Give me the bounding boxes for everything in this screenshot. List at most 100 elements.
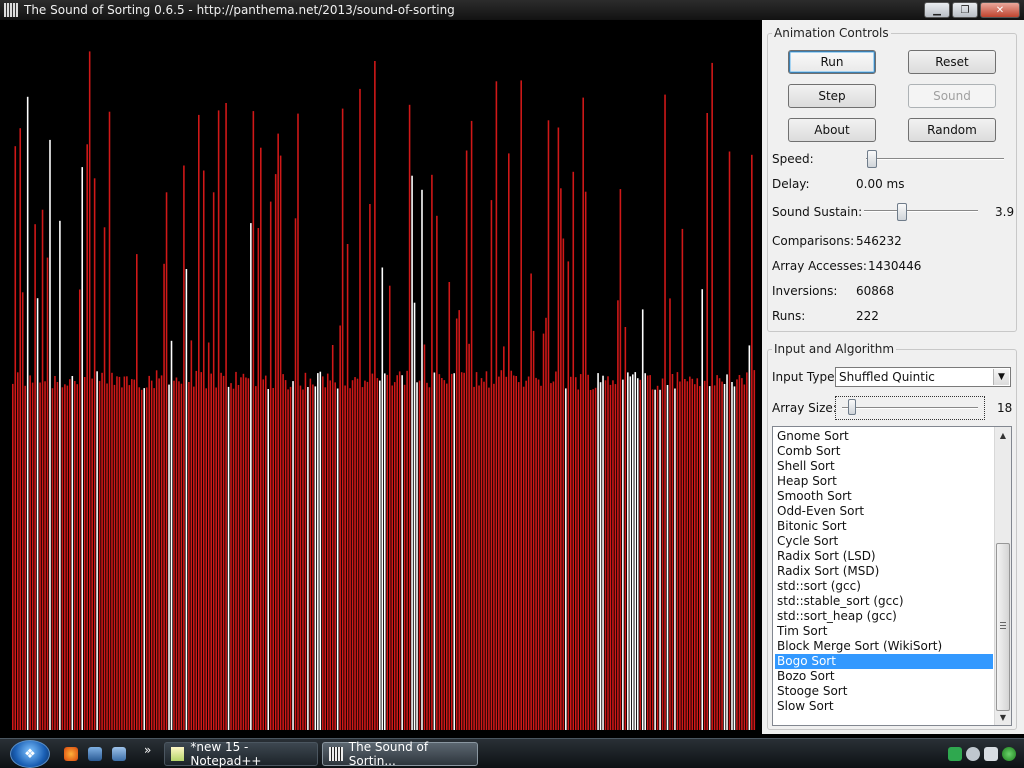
- speed-label: Speed:: [772, 152, 814, 166]
- app-icon: [4, 3, 18, 17]
- scroll-up-icon[interactable]: ▲: [995, 427, 1011, 443]
- input-type-label: Input Type:: [772, 370, 839, 384]
- array-size-label: Array Size:: [772, 401, 837, 415]
- array-bar: [391, 385, 394, 730]
- array-bar: [205, 388, 208, 730]
- algorithm-list[interactable]: ▲ ▼ Gnome Sort Comb Sort Shell Sort Heap So…: [772, 426, 1012, 726]
- volume-icon[interactable]: [966, 747, 980, 761]
- array-bar: [29, 375, 31, 730]
- list-item[interactable]: Heap Sort: [775, 474, 993, 489]
- array-bar: [723, 384, 726, 730]
- list-item[interactable]: std::sort_heap (gcc): [775, 609, 993, 624]
- array-bar: [292, 381, 294, 730]
- list-item[interactable]: Radix Sort (LSD): [775, 549, 993, 564]
- title-bar: The Sound of Sorting 0.6.5 - http://pant…: [0, 0, 1024, 20]
- array-bar: [525, 380, 527, 730]
- sound-button[interactable]: Sound: [908, 84, 996, 108]
- array-bar: [334, 382, 336, 730]
- array-bar: [711, 62, 713, 730]
- array-bar: [609, 384, 612, 730]
- algorithm-list-scrollbar[interactable]: ▲ ▼: [994, 427, 1011, 725]
- array-bar: [721, 381, 723, 730]
- input-type-select[interactable]: Shuffled Quintic ▼: [835, 367, 1011, 387]
- list-item[interactable]: Stooge Sort: [775, 684, 993, 699]
- array-bar: [490, 200, 493, 730]
- maximize-icon[interactable]: ❐: [952, 2, 978, 18]
- array-bar: [175, 377, 178, 730]
- reset-button[interactable]: Reset: [908, 50, 996, 74]
- firefox-icon[interactable]: [64, 747, 78, 761]
- array-bar: [160, 375, 163, 730]
- array-bar: [520, 80, 522, 730]
- switch-windows-icon[interactable]: [112, 747, 126, 761]
- array-bar: [500, 370, 503, 730]
- array-bar: [646, 375, 649, 730]
- array-bar: [579, 374, 582, 730]
- list-item[interactable]: Block Merge Sort (WikiSort): [775, 639, 993, 654]
- array-bar: [220, 372, 222, 730]
- array-bar: [312, 384, 314, 730]
- list-item[interactable]: std::stable_sort (gcc): [775, 594, 993, 609]
- list-item[interactable]: Bitonic Sort: [775, 519, 993, 534]
- array-bar: [272, 388, 274, 730]
- array-bar: [713, 385, 716, 730]
- scroll-down-icon[interactable]: ▼: [995, 709, 1011, 725]
- random-button[interactable]: Random: [908, 118, 996, 142]
- network-icon[interactable]: [948, 747, 962, 761]
- windows-start-icon[interactable]: ❖: [10, 740, 50, 768]
- list-item[interactable]: Cycle Sort: [775, 534, 993, 549]
- array-bar: [612, 380, 614, 730]
- minimize-icon[interactable]: ▁: [924, 2, 950, 18]
- step-button[interactable]: Step: [788, 84, 876, 108]
- array-bar: [178, 381, 180, 730]
- list-item[interactable]: std::sort (gcc): [775, 579, 993, 594]
- array-bar: [545, 317, 547, 730]
- close-icon[interactable]: ✕: [980, 2, 1020, 18]
- messenger-icon[interactable]: [984, 747, 998, 761]
- scroll-thumb[interactable]: [996, 543, 1010, 711]
- array-bar: [557, 127, 560, 730]
- sound-sustain-slider-thumb[interactable]: [897, 203, 908, 221]
- array-bar: [408, 104, 411, 730]
- array-bar: [530, 273, 532, 730]
- array-bar: [326, 373, 329, 730]
- array-bar: [574, 377, 577, 730]
- chevron-down-icon[interactable]: ▼: [993, 369, 1009, 385]
- show-desktop-icon[interactable]: [88, 747, 102, 761]
- list-item[interactable]: Tim Sort: [775, 624, 993, 639]
- input-type-value: Shuffled Quintic: [839, 370, 935, 384]
- array-bar: [148, 375, 150, 730]
- list-item[interactable]: Shell Sort: [775, 459, 993, 474]
- list-item[interactable]: Comb Sort: [775, 444, 993, 459]
- array-bar: [108, 111, 111, 730]
- array-bar: [535, 377, 537, 730]
- about-button[interactable]: About: [788, 118, 876, 142]
- array-bar: [478, 385, 480, 730]
- list-item[interactable]: Gnome Sort: [775, 429, 993, 444]
- list-item[interactable]: Bogo Sort: [775, 654, 993, 669]
- array-bar: [121, 387, 123, 730]
- array-bar: [550, 383, 552, 730]
- list-item[interactable]: Odd-Even Sort: [775, 504, 993, 519]
- taskbar-item-notepadpp[interactable]: *new 15 - Notepad++: [164, 740, 318, 768]
- array-bar: [31, 382, 34, 730]
- run-button[interactable]: Run: [788, 50, 876, 74]
- array-bar: [505, 376, 508, 730]
- quicklaunch-overflow-icon[interactable]: »: [144, 743, 151, 757]
- array-bar: [431, 174, 433, 730]
- list-item[interactable]: Slow Sort: [775, 699, 993, 714]
- array-bar: [232, 388, 235, 730]
- array-bar: [741, 378, 743, 730]
- list-item[interactable]: Bozo Sort: [775, 669, 993, 684]
- array-bar: [168, 384, 170, 730]
- taskbar-item-sound-of-sorting[interactable]: The Sound of Sortin...: [322, 740, 478, 768]
- array-bar: [602, 375, 604, 730]
- list-item[interactable]: Smooth Sort: [775, 489, 993, 504]
- status-icon[interactable]: [1002, 747, 1016, 761]
- array-size-slider-thumb[interactable]: [848, 399, 857, 415]
- speed-slider-thumb[interactable]: [867, 150, 878, 168]
- array-bar: [96, 371, 98, 730]
- list-item[interactable]: Radix Sort (MSD): [775, 564, 993, 579]
- array-size-slider[interactable]: [835, 396, 985, 420]
- array-bar: [644, 373, 646, 730]
